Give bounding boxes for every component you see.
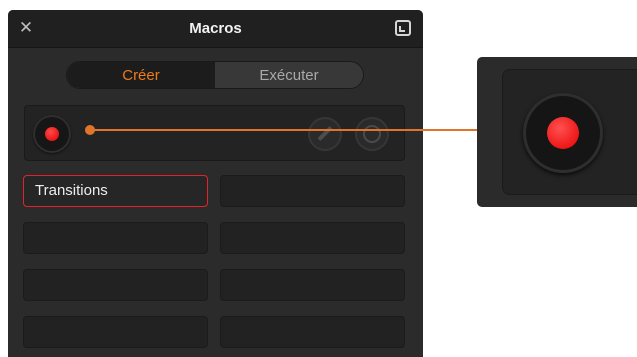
record-toolbar (24, 105, 405, 161)
dock-icon[interactable] (395, 20, 411, 36)
macro-slot-label: Transitions (35, 182, 108, 199)
zoom-inset (477, 57, 637, 207)
tab-creer[interactable]: Créer (67, 62, 215, 88)
macro-slot-1[interactable]: Transitions (23, 175, 208, 207)
macro-slot-6[interactable] (220, 269, 405, 301)
macro-slot-8[interactable] (220, 316, 405, 348)
mode-segmented-control: Créer Exécuter (66, 61, 364, 89)
record-button[interactable] (33, 115, 71, 153)
panel-title: Macros (189, 20, 242, 37)
stop-ring-icon (363, 125, 381, 143)
macro-slot-3[interactable] (23, 222, 208, 254)
edit-button[interactable] (308, 117, 342, 151)
macro-slot-5[interactable] (23, 269, 208, 301)
record-icon (523, 93, 603, 173)
stop-button[interactable] (355, 117, 389, 151)
tab-executer[interactable]: Exécuter (215, 62, 363, 88)
callout-line (90, 129, 479, 131)
callout-dot (85, 125, 95, 135)
macros-panel: ✕ Macros Créer Exécuter Transitions (8, 10, 423, 357)
macro-slot-4[interactable] (220, 222, 405, 254)
stage: ✕ Macros Créer Exécuter Transitions (0, 0, 637, 357)
zoom-record-area (502, 69, 637, 195)
macro-slot-2[interactable] (220, 175, 405, 207)
macro-slot-7[interactable] (23, 316, 208, 348)
panel-titlebar: ✕ Macros (8, 10, 423, 48)
